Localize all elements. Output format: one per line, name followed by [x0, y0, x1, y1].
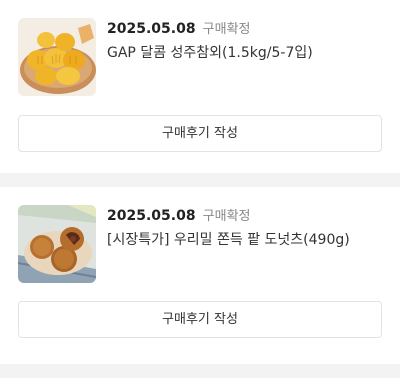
order-date: 2025.05.08: [107, 21, 196, 37]
write-review-button[interactable]: 구매후기 작성: [18, 115, 382, 152]
order-card: 2025.05.08 구매확정 [시장특가] 우리밀 쫀득 팥 도넛츠(490g…: [0, 187, 400, 364]
red-bean-donut-photo-icon[interactable]: [18, 205, 96, 283]
order-date: 2025.05.08: [107, 208, 196, 224]
order-status: 구매확정: [202, 209, 251, 224]
product-name[interactable]: GAP 달콤 성주참외(1.5kg/5-7입): [107, 44, 382, 62]
order-info: 2025.05.08 구매확정 [시장특가] 우리밀 쫀득 팥 도넛츠(490g…: [107, 205, 382, 249]
section-divider: [0, 364, 400, 378]
order-card: 2025.05.08 구매확정 GAP 달콤 성주참외(1.5kg/5-7입) …: [0, 0, 400, 173]
product-row[interactable]: 2025.05.08 구매확정 [시장특가] 우리밀 쫀득 팥 도넛츠(490g…: [18, 205, 382, 283]
korean-melon-photo-icon[interactable]: [18, 18, 96, 96]
order-meta: 2025.05.08 구매확정: [107, 205, 382, 225]
write-review-button[interactable]: 구매후기 작성: [18, 301, 382, 338]
order-info: 2025.05.08 구매확정 GAP 달콤 성주참외(1.5kg/5-7입): [107, 18, 382, 62]
section-divider: [0, 173, 400, 187]
order-meta: 2025.05.08 구매확정: [107, 18, 382, 38]
product-name[interactable]: [시장특가] 우리밀 쫀득 팥 도넛츠(490g): [107, 231, 382, 249]
order-status: 구매확정: [202, 22, 251, 37]
product-row[interactable]: 2025.05.08 구매확정 GAP 달콤 성주참외(1.5kg/5-7입): [18, 18, 382, 96]
